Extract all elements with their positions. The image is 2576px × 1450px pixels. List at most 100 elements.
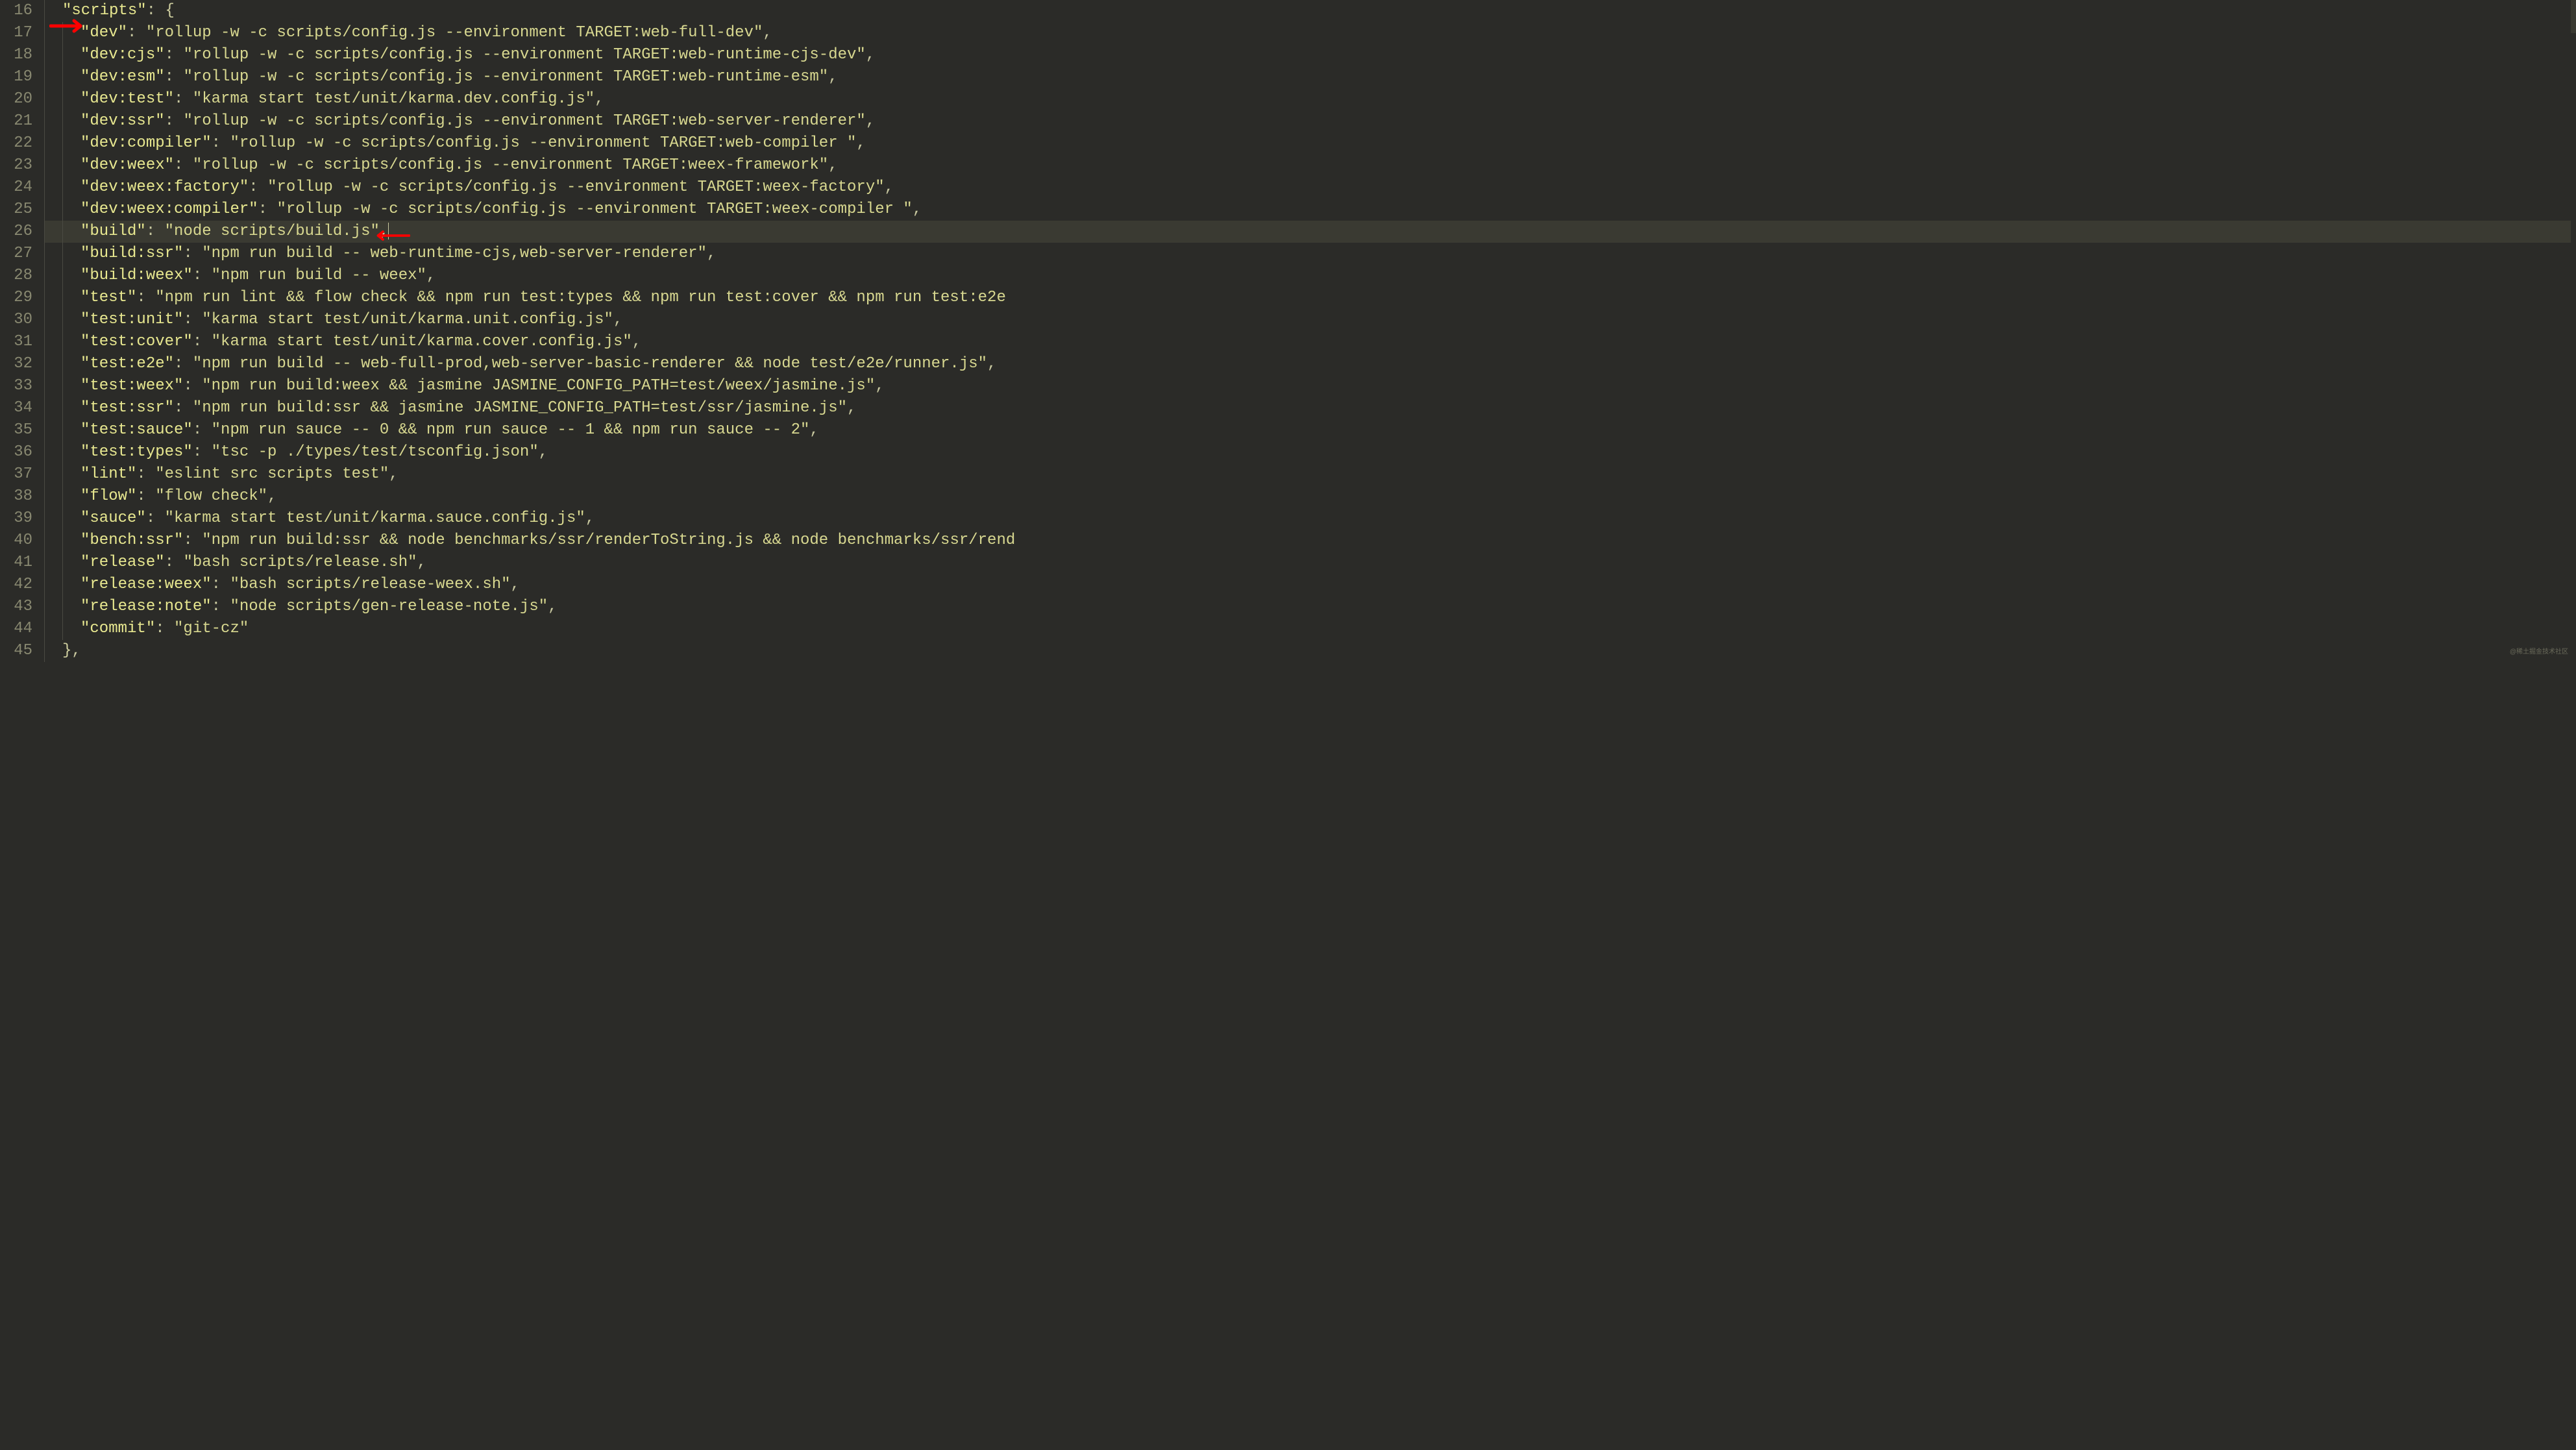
token-punct: : xyxy=(212,598,230,615)
indent-guide xyxy=(44,596,45,618)
line-content: }, xyxy=(44,642,81,659)
token-punct: : xyxy=(165,112,184,130)
indent-guide xyxy=(62,331,63,353)
code-line[interactable]: "test:sauce": "npm run sauce -- 0 && npm… xyxy=(44,419,2576,441)
indent-guide xyxy=(62,441,63,463)
token-punct: , xyxy=(595,90,604,108)
token-string: "flow check" xyxy=(155,487,267,505)
code-line[interactable]: "test:types": "tsc -p ./types/test/tscon… xyxy=(44,441,2576,463)
token-string: "bash scripts/release.sh" xyxy=(183,554,417,571)
token-punct: , xyxy=(987,355,996,373)
token-punct: : xyxy=(165,554,184,571)
indent-guide xyxy=(62,44,63,66)
code-line[interactable]: "build:weex": "npm run build -- weex", xyxy=(44,265,2576,287)
indent-guide xyxy=(44,199,45,221)
code-line[interactable]: "test:e2e": "npm run build -- web-full-p… xyxy=(44,353,2576,375)
line-content: "test:e2e": "npm run build -- web-full-p… xyxy=(44,355,996,373)
line-number: 40 xyxy=(6,530,32,552)
indent-guide xyxy=(62,199,63,221)
code-line[interactable]: "dev": "rollup -w -c scripts/config.js -… xyxy=(44,22,2576,44)
line-number: 35 xyxy=(6,419,32,441)
token-key: "dev:test" xyxy=(80,90,174,108)
code-line[interactable]: "build:ssr": "npm run build -- web-runti… xyxy=(44,243,2576,265)
code-line[interactable]: "build": "node scripts/build.js", xyxy=(44,221,2576,243)
token-punct: : xyxy=(146,223,165,240)
token-key: "dev:esm" xyxy=(80,68,165,86)
code-line[interactable]: "dev:weex:compiler": "rollup -w -c scrip… xyxy=(44,199,2576,221)
indent-guide xyxy=(62,154,63,177)
line-number: 25 xyxy=(6,199,32,221)
code-line[interactable]: "scripts": { xyxy=(44,0,2576,22)
indent-guide xyxy=(62,485,63,508)
indent-guide xyxy=(44,574,45,596)
token-string: "npm run build:ssr && node benchmarks/ss… xyxy=(202,532,1015,549)
token-string: "rollup -w -c scripts/config.js --enviro… xyxy=(193,156,828,174)
token-punct: , xyxy=(875,377,884,395)
line-number: 17 xyxy=(6,22,32,44)
code-line[interactable]: "bench:ssr": "npm run build:ssr && node … xyxy=(44,530,2576,552)
indent-guide xyxy=(62,265,63,287)
code-line[interactable]: "release": "bash scripts/release.sh", xyxy=(44,552,2576,574)
token-key: "build" xyxy=(80,223,146,240)
indent-guide xyxy=(62,66,63,88)
code-editor[interactable]: 1617181920212223242526272829303132333435… xyxy=(0,0,2576,662)
token-string: "rollup -w -c scripts/config.js --enviro… xyxy=(183,68,828,86)
token-string: "npm run build -- web-full-prod,web-serv… xyxy=(193,355,987,373)
line-content: "commit": "git-cz" xyxy=(44,620,249,637)
code-line[interactable]: "test:weex": "npm run build:weex && jasm… xyxy=(44,375,2576,397)
indent-guide xyxy=(44,353,45,375)
code-line[interactable]: "dev:ssr": "rollup -w -c scripts/config.… xyxy=(44,110,2576,132)
code-line[interactable]: "commit": "git-cz" xyxy=(44,618,2576,640)
token-string: "rollup -w -c scripts/config.js --enviro… xyxy=(230,134,856,152)
token-punct: : xyxy=(183,377,202,395)
token-punct: : xyxy=(183,532,202,549)
indent-guide xyxy=(44,265,45,287)
indent-guide xyxy=(44,530,45,552)
line-content: "dev:compiler": "rollup -w -c scripts/co… xyxy=(44,134,866,152)
line-number: 42 xyxy=(6,574,32,596)
line-content: "dev": "rollup -w -c scripts/config.js -… xyxy=(44,24,772,42)
line-number: 44 xyxy=(6,618,32,640)
code-line[interactable]: "dev:weex": "rollup -w -c scripts/config… xyxy=(44,154,2576,177)
token-key: "dev:weex" xyxy=(80,156,174,174)
indent-guide xyxy=(44,419,45,441)
indent-guide xyxy=(44,508,45,530)
code-line[interactable]: "dev:weex:factory": "rollup -w -c script… xyxy=(44,177,2576,199)
code-line[interactable]: "test": "npm run lint && flow check && n… xyxy=(44,287,2576,309)
code-line[interactable]: "test:cover": "karma start test/unit/kar… xyxy=(44,331,2576,353)
code-line[interactable]: "flow": "flow check", xyxy=(44,485,2576,508)
line-number-gutter: 1617181920212223242526272829303132333435… xyxy=(0,0,44,662)
indent-guide xyxy=(62,618,63,640)
token-key: "flow" xyxy=(80,487,136,505)
code-line[interactable]: "release:weex": "bash scripts/release-we… xyxy=(44,574,2576,596)
token-punct: , xyxy=(763,24,772,42)
code-area[interactable]: "scripts": { "dev": "rollup -w -c scripts… xyxy=(44,0,2576,662)
code-line[interactable]: "release:note": "node scripts/gen-releas… xyxy=(44,596,2576,618)
minimap[interactable] xyxy=(2571,0,2576,662)
indent-guide xyxy=(44,441,45,463)
code-line[interactable]: "sauce": "karma start test/unit/karma.sa… xyxy=(44,508,2576,530)
token-key: "test:e2e" xyxy=(80,355,174,373)
code-line[interactable]: "dev:test": "karma start test/unit/karma… xyxy=(44,88,2576,110)
token-key: "dev:cjs" xyxy=(80,46,165,64)
indent-guide xyxy=(62,375,63,397)
indent-guide xyxy=(44,44,45,66)
code-line[interactable]: "dev:cjs": "rollup -w -c scripts/config.… xyxy=(44,44,2576,66)
code-line[interactable]: "dev:esm": "rollup -w -c scripts/config.… xyxy=(44,66,2576,88)
code-line[interactable]: "lint": "eslint src scripts test", xyxy=(44,463,2576,485)
line-content: "test:types": "tsc -p ./types/test/tscon… xyxy=(44,443,548,461)
line-content: "lint": "eslint src scripts test", xyxy=(44,465,399,483)
token-punct: : xyxy=(127,24,146,42)
indent-guide xyxy=(44,243,45,265)
token-punct: , xyxy=(856,134,865,152)
line-number: 23 xyxy=(6,154,32,177)
code-line[interactable]: }, xyxy=(44,640,2576,662)
token-string: "node scripts/build.js" xyxy=(165,223,380,240)
line-number: 31 xyxy=(6,331,32,353)
code-line[interactable]: "dev:compiler": "rollup -w -c scripts/co… xyxy=(44,132,2576,154)
code-line[interactable]: "test:unit": "karma start test/unit/karm… xyxy=(44,309,2576,331)
indent-guide xyxy=(44,66,45,88)
code-line[interactable]: "test:ssr": "npm run build:ssr && jasmin… xyxy=(44,397,2576,419)
token-key: "test" xyxy=(80,289,136,306)
line-number: 45 xyxy=(6,640,32,662)
